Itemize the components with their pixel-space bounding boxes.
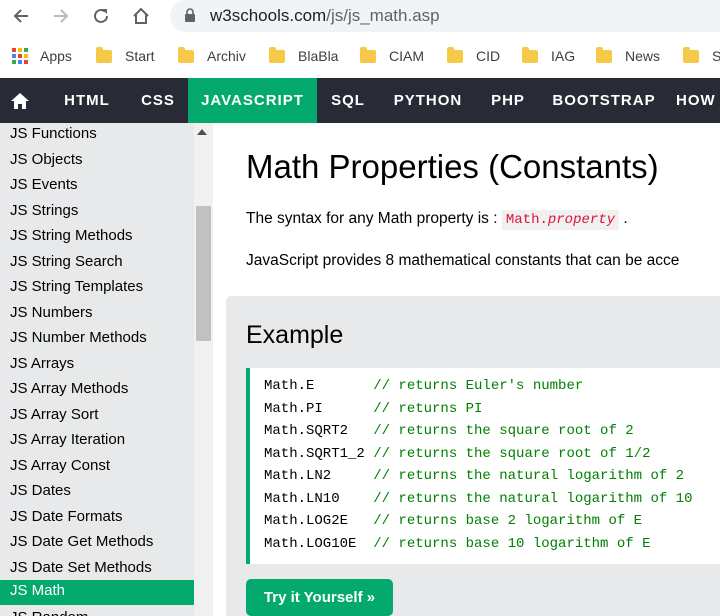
nav-how[interactable]: HOW xyxy=(676,78,720,123)
bookmark-news[interactable]: News xyxy=(596,46,660,66)
nav-bootstrap[interactable]: BOOTSTRAP xyxy=(544,78,664,123)
syntax-code: Math.property xyxy=(501,210,620,230)
sidebar-item[interactable]: JS Objects xyxy=(0,149,194,174)
nav-php[interactable]: PHP xyxy=(480,78,536,123)
bookmark-label: Apps xyxy=(40,48,72,64)
sidebar-item[interactable]: JS Numbers xyxy=(0,302,194,327)
folder-icon xyxy=(269,46,285,63)
sidebar-item[interactable]: JS Date Get Methods xyxy=(0,531,194,556)
folder-icon xyxy=(596,46,612,63)
sidebar-item[interactable]: JS Arrays xyxy=(0,353,194,378)
back-button[interactable] xyxy=(8,3,34,29)
sidebar-item[interactable]: JS String Methods xyxy=(0,225,194,250)
code-line: Math.LN10 // returns the natural logarit… xyxy=(264,490,693,507)
code-line: Math.SQRT1_2 // returns the square root … xyxy=(264,445,651,462)
sidebar-scrollbar[interactable] xyxy=(194,123,213,616)
home-nav-button[interactable] xyxy=(0,78,40,123)
bookmark-apps[interactable]: Apps xyxy=(12,46,72,66)
bookmark-label: BlaBla xyxy=(298,48,339,64)
constants-paragraph: JavaScript provides 8 mathematical const… xyxy=(246,252,680,269)
bookmark-label: S xyxy=(712,48,720,64)
sidebar-item[interactable]: JS Array Sort xyxy=(0,404,194,429)
folder-icon xyxy=(178,46,194,63)
page-title: Math Properties (Constants) xyxy=(246,148,659,185)
bookmark-label: CIAM xyxy=(389,48,424,64)
apps-grid-icon xyxy=(12,48,28,64)
bookmark-label: CID xyxy=(476,48,501,64)
sidebar-item[interactable]: JS Strings xyxy=(0,200,194,225)
nav-javascript[interactable]: JAVASCRIPT xyxy=(188,78,317,123)
sidebar-item[interactable]: JS Array Methods xyxy=(0,378,194,403)
sidebar-item[interactable]: JS Functions xyxy=(0,123,194,148)
code-line: Math.LOG10E // returns base 10 logarithm… xyxy=(264,535,651,552)
sidebar-item[interactable]: JS String Search xyxy=(0,251,194,276)
code-line: Math.E // returns Euler's number xyxy=(264,378,584,394)
bookmark-archiv[interactable]: Archiv xyxy=(178,46,246,66)
forward-arrow-icon xyxy=(54,9,69,23)
forward-button[interactable] xyxy=(48,3,74,29)
reload-button[interactable] xyxy=(88,3,114,29)
sidebar: JS Functions JS Objects JS Events JS Str… xyxy=(0,123,194,616)
sidebar-item[interactable]: JS Date Set Methods xyxy=(0,557,194,582)
bookmark-start[interactable]: Start xyxy=(96,46,155,66)
sidebar-item[interactable]: JS Array Iteration xyxy=(0,429,194,454)
sidebar-item[interactable]: JS Date Formats xyxy=(0,506,194,531)
home-outline-icon xyxy=(133,7,149,24)
bookmark-label: Archiv xyxy=(207,48,246,64)
sidebar-item[interactable]: JS Events xyxy=(0,174,194,199)
example-box: Example Math.E // returns Euler's number… xyxy=(226,296,720,616)
sidebar-item[interactable]: JS String Templates xyxy=(0,276,194,301)
nav-html[interactable]: HTML xyxy=(50,78,124,123)
scroll-thumb[interactable] xyxy=(196,206,211,341)
syntax-paragraph: The syntax for any Math property is : Ma… xyxy=(246,210,628,230)
top-nav: HTML CSS JAVASCRIPT SQL PYTHON PHP BOOTS… xyxy=(0,78,720,123)
bookmark-label: News xyxy=(625,48,661,64)
folder-icon xyxy=(522,46,538,63)
code-line: Math.LN2 // returns the natural logarith… xyxy=(264,468,685,484)
nav-sql[interactable]: SQL xyxy=(320,78,376,123)
code-line: Math.LOG2E // returns base 2 logarithm o… xyxy=(264,513,643,529)
home-button[interactable] xyxy=(128,3,154,29)
folder-icon xyxy=(96,46,112,63)
bookmark-cid[interactable]: CID xyxy=(447,46,500,66)
sidebar-item[interactable]: JS Array Const xyxy=(0,455,194,480)
bookmark-label: Start xyxy=(125,48,155,64)
code-block: Math.E // returns Euler's number Math.PI… xyxy=(246,368,720,564)
bookmark-ciam[interactable]: CIAM xyxy=(360,46,424,66)
bookmark-label: IAG xyxy=(551,48,576,64)
back-arrow-icon xyxy=(13,9,28,23)
sidebar-item-js-math[interactable]: JS Math xyxy=(0,580,194,605)
try-it-yourself-button[interactable]: Try it Yourself » xyxy=(246,579,393,616)
bookmark-s[interactable]: S xyxy=(683,46,720,66)
example-title: Example xyxy=(246,321,344,349)
nav-css[interactable]: CSS xyxy=(128,78,188,123)
folder-icon xyxy=(447,46,463,63)
bookmarks-bar: Apps Start Archiv BlaBla CIAM CID IAG Ne… xyxy=(0,38,720,74)
syntax-end: . xyxy=(619,210,628,227)
url-text: w3schools.com/js/js_math.asp xyxy=(210,6,440,25)
folder-icon xyxy=(360,46,376,63)
browser-toolbar: w3schools.com/js/js_math.asp xyxy=(0,0,720,32)
code-line: Math.PI // returns PI xyxy=(264,400,483,417)
reload-icon xyxy=(94,8,108,23)
bookmark-blabla[interactable]: BlaBla xyxy=(269,46,338,66)
sidebar-item[interactable]: JS Random xyxy=(0,607,194,616)
lock-icon xyxy=(185,8,195,22)
sidebar-item[interactable]: JS Dates xyxy=(0,480,194,505)
address-bar[interactable]: w3schools.com/js/js_math.asp xyxy=(170,0,720,32)
bookmark-iag[interactable]: IAG xyxy=(522,46,575,66)
nav-python[interactable]: PYTHON xyxy=(382,78,474,123)
code-line: Math.SQRT2 // returns the square root of… xyxy=(264,423,634,439)
syntax-text: The syntax for any Math property is : xyxy=(246,210,502,227)
scroll-up-arrow-icon[interactable] xyxy=(197,129,207,135)
home-icon xyxy=(11,92,29,109)
folder-icon xyxy=(683,46,699,63)
sidebar-item[interactable]: JS Number Methods xyxy=(0,327,194,352)
